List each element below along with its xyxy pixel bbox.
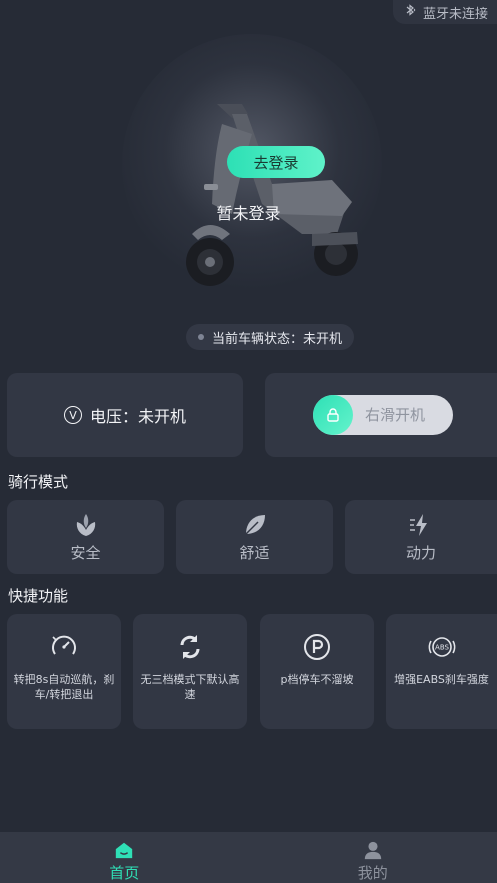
refresh-icon (180, 635, 200, 659)
quick-label: 转把8s自动巡航，刹车/转把退出 (13, 673, 115, 701)
nav-mine[interactable]: 我的 (249, 832, 497, 883)
lotus-icon (76, 513, 95, 536)
voltage-icon: V (63, 406, 82, 424)
quick-cruise[interactable]: 转把8s自动巡航，刹车/转把退出 (7, 614, 121, 729)
status-dot (197, 334, 204, 340)
mode-label: 动力 (405, 543, 436, 562)
nav-home[interactable]: 首页 (0, 832, 249, 883)
slider-label: 右滑开机 (365, 406, 426, 424)
quick-label: 增强EABS刹车强度 (394, 673, 489, 686)
quick-eabs[interactable]: ABS 增强EABS刹车强度 (386, 614, 497, 729)
vehicle-status-badge: 当前车辆状态：未开机 (186, 324, 354, 350)
home-icon (116, 842, 133, 859)
quick-label: 无三档模式下默认高速 (140, 673, 240, 701)
bottom-nav: 首页 我的 (0, 832, 497, 883)
quick-label: p档停车不溜坡 (280, 673, 354, 686)
slider-knob[interactable] (313, 395, 353, 435)
voltage-card: V 电压：未开机 (7, 373, 243, 457)
user-icon (364, 841, 381, 860)
riding-mode-title: 骑行模式 (8, 473, 69, 491)
power-slider[interactable]: 右滑开机 (313, 395, 453, 435)
quick-functions-title: 快捷功能 (8, 587, 69, 605)
mode-power[interactable]: 动力 (345, 500, 497, 574)
nav-label: 我的 (357, 864, 388, 882)
mode-label: 安全 (70, 543, 101, 562)
abs-icon: ABS (428, 637, 455, 657)
leaf-icon (244, 514, 265, 535)
quick-park[interactable]: p档停车不溜坡 (260, 614, 374, 729)
mode-label: 舒适 (239, 543, 270, 562)
bluetooth-status[interactable]: 蓝牙未连接 (393, 0, 497, 24)
speedometer-icon (52, 635, 76, 655)
parking-icon (304, 634, 330, 660)
power-card: 右滑开机 (265, 373, 497, 457)
vehicle-status-text: 当前车辆状态：未开机 (211, 331, 342, 347)
scooter-image (186, 104, 358, 286)
mode-safe[interactable]: 安全 (7, 500, 164, 574)
lock-icon (327, 408, 339, 422)
login-status-text: 暂未登录 (216, 204, 281, 223)
mode-comfort[interactable]: 舒适 (176, 500, 333, 574)
bluetooth-status-text: 蓝牙未连接 (423, 6, 489, 22)
login-button[interactable]: 去登录 (227, 146, 325, 178)
lightning-icon (410, 513, 427, 536)
voltage-label: 电压：未开机 (89, 407, 186, 426)
bluetooth-icon (403, 3, 417, 21)
nav-label: 首页 (109, 864, 140, 882)
svg-text:ABS: ABS (435, 644, 449, 652)
quick-high-speed[interactable]: 无三档模式下默认高速 (133, 614, 247, 729)
